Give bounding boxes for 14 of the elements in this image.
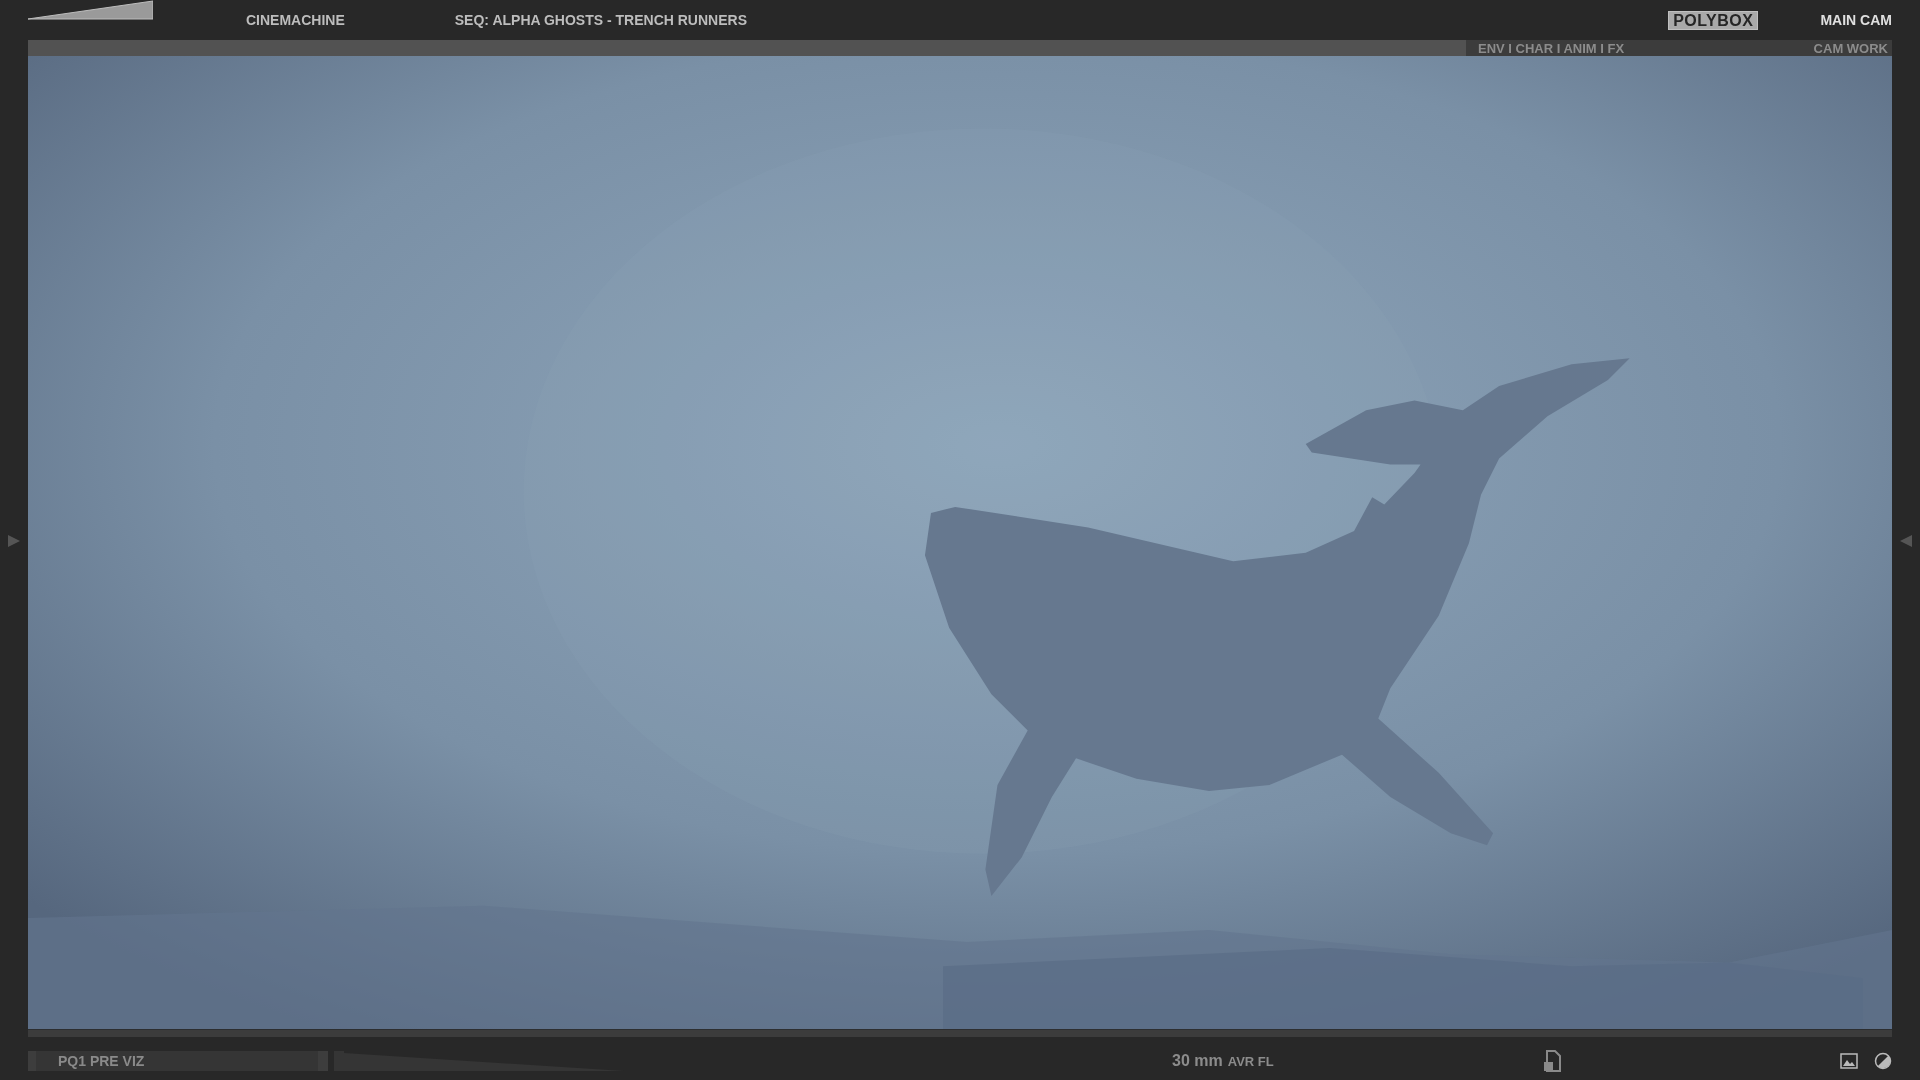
sequence-label: SEQ: — [454, 12, 489, 29]
image-icon[interactable] — [1840, 1052, 1858, 1069]
focal-length-label: AVR FL — [1227, 1053, 1274, 1069]
department-tags: ENV I CHAR I ANIM I FX — [1478, 42, 1625, 57]
app-title: CINEMACHINE — [246, 12, 345, 29]
contrast-icon[interactable] — [1874, 1051, 1892, 1070]
document-icon[interactable] — [1542, 1049, 1561, 1072]
camera-name: MAIN CAM — [1820, 12, 1892, 29]
focal-length: 30 mm — [1172, 1051, 1223, 1070]
shot-name: PQ1 PRE VIZ — [58, 1052, 145, 1069]
sequence-name: ALPHA GHOSTS - TRENCH RUNNERS — [492, 12, 747, 29]
brand-logo: POLYBOX — [1668, 10, 1759, 30]
wedge-logo-icon — [28, 0, 153, 21]
mode-label: CAM WORK — [1813, 42, 1888, 57]
